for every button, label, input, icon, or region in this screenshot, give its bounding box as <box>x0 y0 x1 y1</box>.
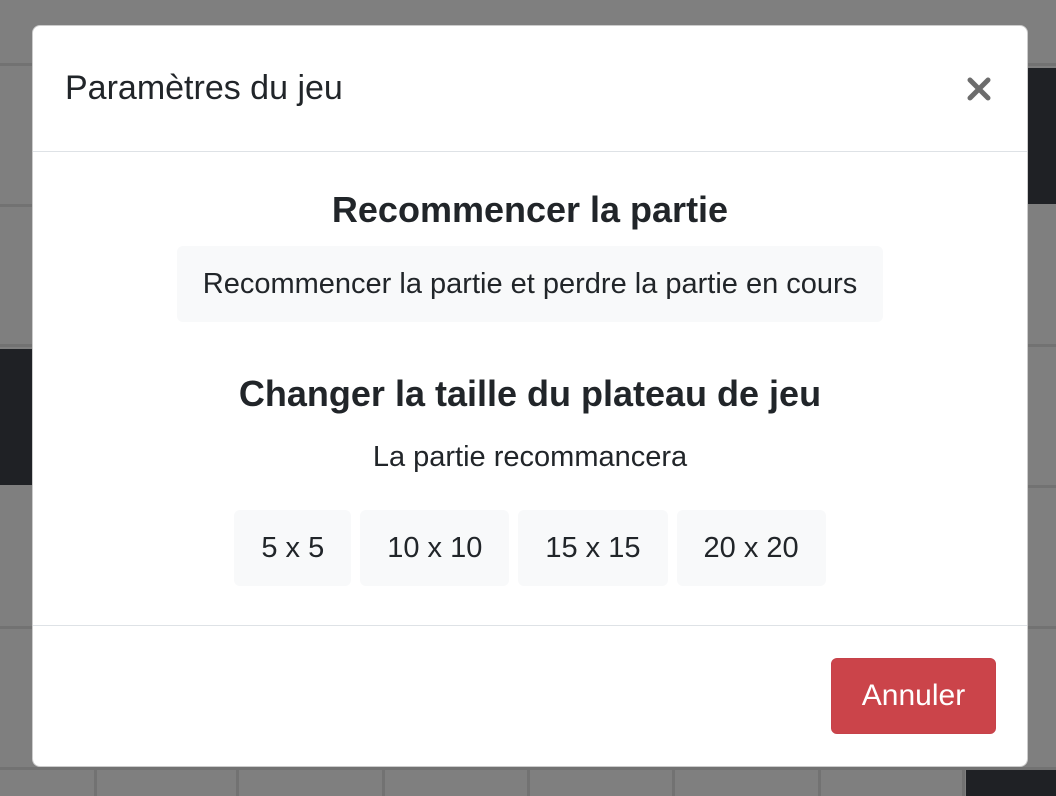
cancel-button[interactable]: Annuler <box>831 658 996 734</box>
close-button[interactable] <box>961 71 997 107</box>
board-gridline <box>818 767 821 796</box>
settings-modal: Paramètres du jeu Recommencer la partie … <box>32 25 1028 767</box>
board-gridline <box>0 344 32 347</box>
board-cell-dark <box>0 349 32 485</box>
size-15x15-button[interactable]: 15 x 15 <box>518 510 668 587</box>
size-20x20-button[interactable]: 20 x 20 <box>676 510 826 587</box>
board-gridline <box>962 767 965 796</box>
board-size-heading: Changer la taille du plateau de jeu <box>238 373 822 415</box>
modal-footer: Annuler <box>33 626 1027 766</box>
board-cell-dark <box>1028 68 1056 204</box>
board-gridline <box>382 767 385 796</box>
board-cell-dark <box>966 770 1056 796</box>
size-5x5-button[interactable]: 5 x 5 <box>234 510 352 587</box>
board-gridline <box>672 767 675 796</box>
board-gridline <box>527 767 530 796</box>
board-size-note: La partie recommancera <box>372 441 688 474</box>
board-gridline <box>1028 485 1056 488</box>
board-gridline <box>1028 626 1056 629</box>
restart-game-button[interactable]: Recommencer la partie et perdre la parti… <box>176 246 884 323</box>
board-gridline <box>0 204 32 207</box>
board-gridline <box>1028 344 1056 347</box>
board-gridline <box>236 767 239 796</box>
size-10x10-button[interactable]: 10 x 10 <box>360 510 510 587</box>
modal-body: Recommencer la partie Recommencer la par… <box>33 152 1027 626</box>
modal-header: Paramètres du jeu <box>33 26 1027 152</box>
modal-title: Paramètres du jeu <box>65 68 343 107</box>
board-gridline <box>94 767 97 796</box>
close-icon <box>967 77 991 100</box>
board-size-options: 5 x 5 10 x 10 15 x 15 20 x 20 <box>234 510 826 587</box>
restart-heading: Recommencer la partie <box>331 189 729 230</box>
board-gridline <box>0 626 32 629</box>
